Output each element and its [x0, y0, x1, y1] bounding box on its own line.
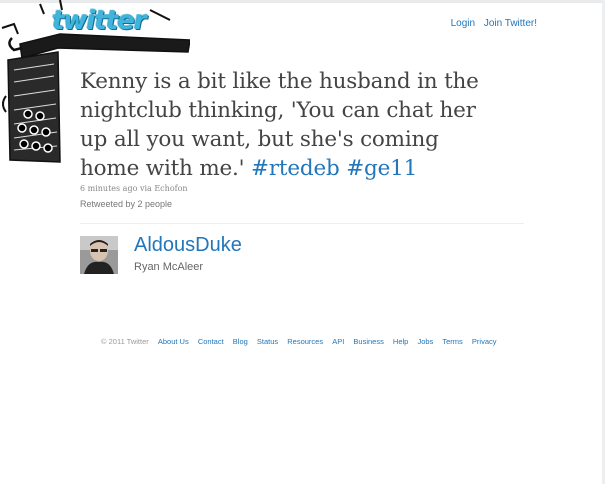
- footer-link-about[interactable]: About Us: [158, 337, 189, 346]
- page: twitter Login Join Twitter! Kenny is a b…: [0, 0, 605, 484]
- retweet-count: Retweeted by 2 people: [80, 199, 173, 209]
- auth-links: Login Join Twitter!: [445, 18, 537, 29]
- tweet-text: Kenny is a bit like the husband in the n…: [80, 67, 500, 183]
- divider: [80, 223, 524, 224]
- footer-link-blog[interactable]: Blog: [233, 337, 248, 346]
- tweet-meta: 6 minutes ago via Echofon: [80, 184, 188, 193]
- footer-link-privacy[interactable]: Privacy: [472, 337, 497, 346]
- avatar[interactable]: [80, 236, 118, 274]
- footer-link-business[interactable]: Business: [353, 337, 383, 346]
- source-link[interactable]: Echofon: [154, 184, 187, 193]
- logo-text: twitter: [52, 6, 147, 36]
- copyright: © 2011 Twitter: [101, 337, 149, 346]
- footer-link-status[interactable]: Status: [257, 337, 278, 346]
- hashtag-link[interactable]: #rtedeb: [251, 156, 340, 181]
- user-photo-icon: [80, 236, 118, 274]
- footer-link-contact[interactable]: Contact: [198, 337, 224, 346]
- login-link[interactable]: Login: [451, 18, 475, 29]
- footer-link-jobs[interactable]: Jobs: [417, 337, 433, 346]
- footer-link-help[interactable]: Help: [393, 337, 408, 346]
- twitter-logo[interactable]: twitter: [52, 6, 177, 40]
- screen-name-link[interactable]: AldousDuke: [134, 234, 242, 257]
- real-name: Ryan McAleer: [134, 261, 204, 273]
- via-label: via: [139, 184, 152, 193]
- footer: © 2011 Twitter About Us Contact Blog Sta…: [101, 337, 497, 346]
- join-twitter-link[interactable]: Join Twitter!: [484, 18, 537, 29]
- hashtag-link[interactable]: #ge11: [346, 156, 417, 181]
- footer-link-terms[interactable]: Terms: [442, 337, 462, 346]
- tweet-timestamp[interactable]: 6 minutes ago: [80, 184, 137, 193]
- footer-link-api[interactable]: API: [332, 337, 344, 346]
- footer-link-resources[interactable]: Resources: [287, 337, 323, 346]
